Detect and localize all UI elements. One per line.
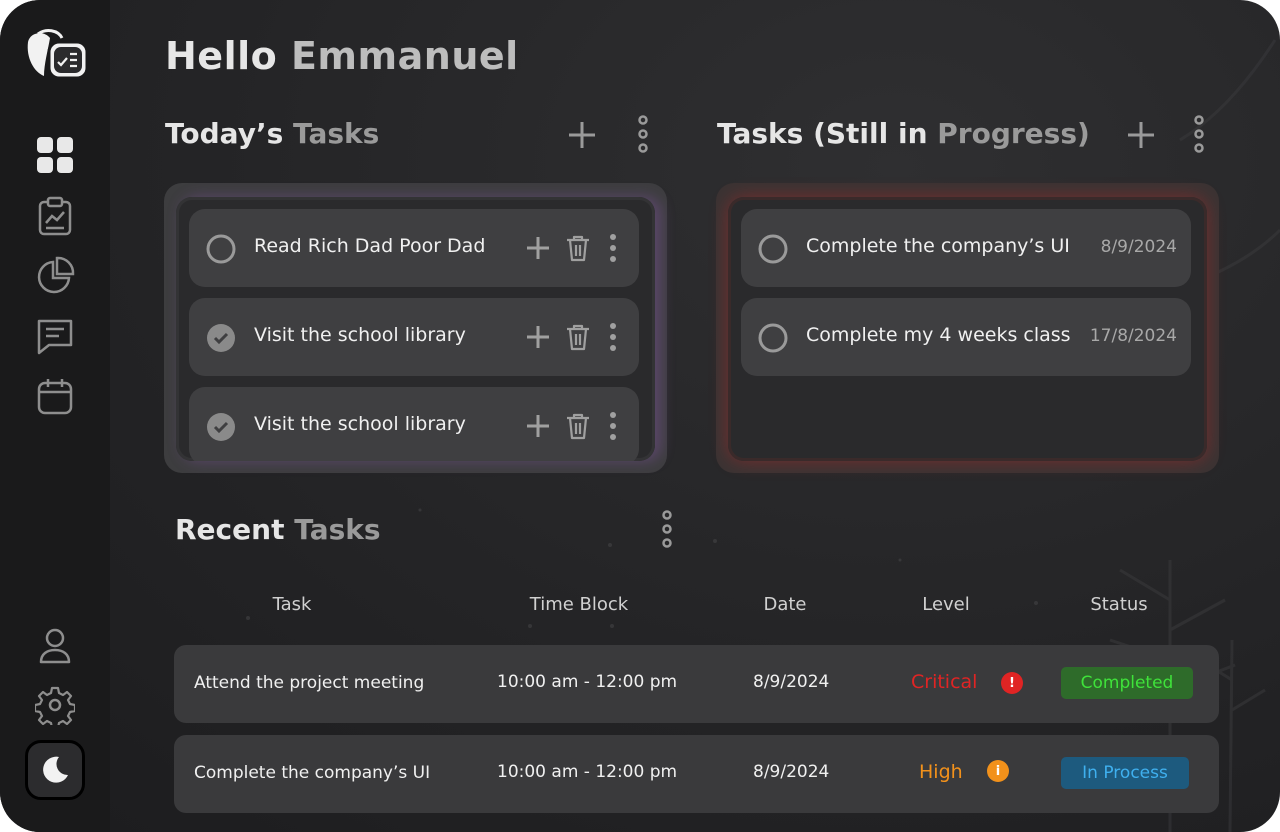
status-badge: In Process [1061,757,1189,789]
app-logo[interactable] [24,28,90,84]
unchecked-circle-icon[interactable] [206,234,236,264]
clipboard-chart-icon [38,196,72,236]
cell-level: Critical [911,671,978,693]
task-date: 8/9/2024 [1100,237,1177,257]
sidebar [0,0,110,832]
plus-icon [1128,122,1154,148]
recent-more-button[interactable] [650,510,684,548]
user-icon [39,628,71,664]
calendar-icon [37,379,73,415]
greeting-name: Emmanuel [290,34,519,78]
progress-task-item[interactable]: Complete my 4 weeks class 17/8/2024 [741,298,1191,376]
more-vertical-icon [1194,115,1204,153]
plus-icon [569,122,595,148]
today-add-button[interactable] [565,118,599,152]
progress-tasks-list: Complete the company’s UI 8/9/2024 Compl… [728,197,1207,461]
plus-icon[interactable] [524,412,552,440]
task-label: Visit the school library [254,413,466,435]
more-vertical-icon[interactable] [607,233,619,263]
trash-icon[interactable] [564,411,592,441]
trash-icon[interactable] [564,233,592,263]
progress-tasks-panel: Complete the company’s UI 8/9/2024 Compl… [716,183,1219,473]
today-more-button[interactable] [626,115,660,153]
today-title-b: Tasks [293,117,380,150]
progress-more-button[interactable] [1182,115,1216,153]
today-task-item[interactable]: Visit the school library [189,298,639,376]
page-title: Hello Emmanuel [165,34,519,78]
greeting-hello: Hello [165,34,278,78]
cell-time-block: 10:00 am - 12:00 pm [497,672,678,692]
sidebar-item-calendar[interactable] [35,376,75,416]
sidebar-item-messages[interactable] [35,316,75,356]
cell-date: 8/9/2024 [753,672,830,692]
checked-circle-icon[interactable] [206,412,236,442]
task-label: Visit the school library [254,324,466,346]
gear-icon [33,686,77,730]
theme-toggle-button[interactable] [25,740,85,800]
unchecked-circle-icon[interactable] [758,234,788,264]
table-row[interactable]: Attend the project meeting 10:00 am - 12… [174,645,1219,723]
cell-level: High [919,761,963,783]
recent-title-a: Recent [175,513,285,546]
today-title-a: Today’s [165,117,284,150]
sidebar-item-dashboard[interactable] [35,135,75,175]
info-icon: i [987,760,1009,782]
recent-tasks-title: Recent Tasks [175,513,381,546]
column-header-task: Task [272,594,312,615]
sidebar-item-analytics[interactable] [35,256,75,296]
more-vertical-icon [662,510,672,548]
task-label: Complete the company’s UI [806,235,1070,257]
task-label: Read Rich Dad Poor Dad [254,235,486,257]
column-header-date: Date [763,594,807,615]
recent-title-b: Tasks [294,513,381,546]
more-vertical-icon [638,115,648,153]
trash-icon[interactable] [564,322,592,352]
cell-task: Attend the project meeting [194,673,425,693]
today-tasks-title: Today’s Tasks [165,117,379,150]
task-date: 17/8/2024 [1089,326,1177,346]
progress-add-button[interactable] [1124,118,1158,152]
today-tasks-list: Read Rich Dad Poor Dad Visit the school … [176,197,655,461]
column-header-time-block: Time Block [529,594,629,615]
column-header-level: Level [922,594,970,615]
more-vertical-icon[interactable] [607,322,619,352]
cell-task: Complete the company’s UI [194,763,431,783]
moon-icon [43,756,68,783]
checked-circle-icon[interactable] [206,323,236,353]
message-icon [37,319,73,355]
logo-icon [27,29,89,80]
today-task-item[interactable]: Read Rich Dad Poor Dad [189,209,639,287]
cell-time-block: 10:00 am - 12:00 pm [497,762,678,782]
unchecked-circle-icon[interactable] [758,323,788,353]
cell-date: 8/9/2024 [753,762,830,782]
today-task-item[interactable]: Visit the school library [189,387,639,461]
sidebar-item-tasks-report[interactable] [35,196,75,236]
more-vertical-icon[interactable] [607,411,619,441]
pie-chart-icon [37,256,75,294]
app-window: Hello Emmanuel Today’s Tasks Read Rich D… [0,0,1280,832]
status-badge: Completed [1061,667,1193,699]
task-label: Complete my 4 weeks class [806,324,1071,346]
progress-tasks-title: Tasks (Still in Progress) [717,117,1090,150]
table-row[interactable]: Complete the company’s UI 10:00 am - 12:… [174,735,1219,813]
column-header-status: Status [1090,594,1148,615]
dashboard-grid-icon [37,137,73,173]
plus-icon[interactable] [524,323,552,351]
progress-title-a: Tasks (Still in [717,117,928,150]
sidebar-item-settings[interactable] [33,685,77,730]
progress-title-b: Progress) [937,117,1090,150]
progress-task-item[interactable]: Complete the company’s UI 8/9/2024 [741,209,1191,287]
sidebar-item-profile[interactable] [35,626,75,666]
plus-icon[interactable] [524,234,552,262]
today-tasks-panel: Read Rich Dad Poor Dad Visit the school … [164,183,667,473]
critical-info-icon: ! [1001,672,1023,694]
